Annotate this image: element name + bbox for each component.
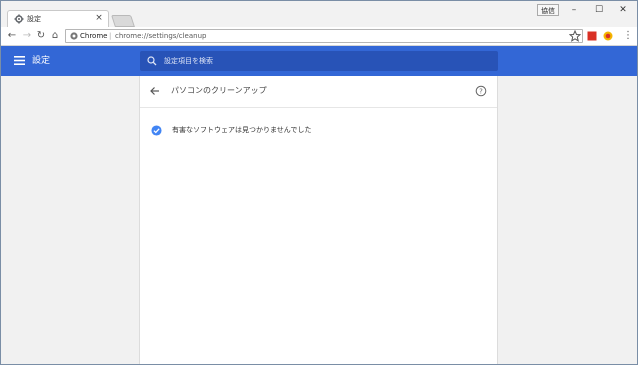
extension-red-icon[interactable] — [586, 30, 598, 42]
reload-button[interactable]: ↻ — [34, 29, 48, 43]
forward-button[interactable]: → — [20, 29, 34, 43]
check-circle-icon — [151, 125, 162, 136]
back-arrow-icon[interactable] — [149, 85, 161, 97]
tab-title: 設定 — [27, 15, 41, 23]
address-bar[interactable]: Chrome | chrome://settings/cleanup — [65, 29, 583, 43]
back-button[interactable]: ← — [5, 29, 19, 43]
title-divider — [140, 107, 497, 108]
gear-icon — [14, 14, 24, 24]
browser-toolbar: ← → ↻ ⌂ Chrome | chrome://settings/clean… — [1, 27, 637, 46]
hamburger-menu-icon[interactable] — [14, 56, 25, 65]
settings-header: 設定 設定項目を検索 — [1, 46, 637, 76]
close-window-button[interactable]: ✕ — [612, 3, 634, 17]
new-tab-button[interactable] — [111, 15, 135, 27]
extension-orange-icon[interactable] — [602, 30, 614, 42]
url-text: chrome://settings/cleanup — [115, 32, 207, 40]
browser-window: 設定 × 協信 – ☐ ✕ ← → ↻ ⌂ Chrome | chrome://… — [0, 0, 638, 365]
settings-search-input[interactable]: 設定項目を検索 — [140, 51, 498, 71]
maximize-button[interactable]: ☐ — [588, 3, 610, 17]
search-placeholder: 設定項目を検索 — [164, 57, 213, 65]
search-icon — [147, 56, 157, 66]
tab-close-icon[interactable]: × — [94, 12, 104, 24]
tab-strip: 設定 × 協信 – ☐ ✕ — [1, 1, 637, 27]
url-separator: | — [109, 32, 112, 40]
tab-settings[interactable]: 設定 × — [7, 10, 109, 27]
chrome-menu-button[interactable]: ⋮ — [621, 29, 635, 43]
home-button[interactable]: ⌂ — [48, 29, 62, 43]
minimize-button[interactable]: – — [563, 3, 585, 17]
cleanup-card: パソコンのクリーンアップ ? 有害なソフトウェアは見つかりませんでした — [139, 76, 498, 364]
page-title: パソコンのクリーンアップ — [171, 86, 267, 95]
help-icon[interactable]: ? — [475, 85, 487, 97]
chrome-secure-icon — [70, 32, 78, 40]
site-label: Chrome — [80, 32, 108, 40]
bookmark-star-icon[interactable] — [569, 30, 581, 42]
svg-text:?: ? — [479, 88, 483, 96]
profile-button[interactable]: 協信 — [537, 4, 559, 16]
settings-title: 設定 — [32, 56, 51, 66]
cleanup-status-text: 有害なソフトウェアは見つかりませんでした — [172, 126, 312, 134]
